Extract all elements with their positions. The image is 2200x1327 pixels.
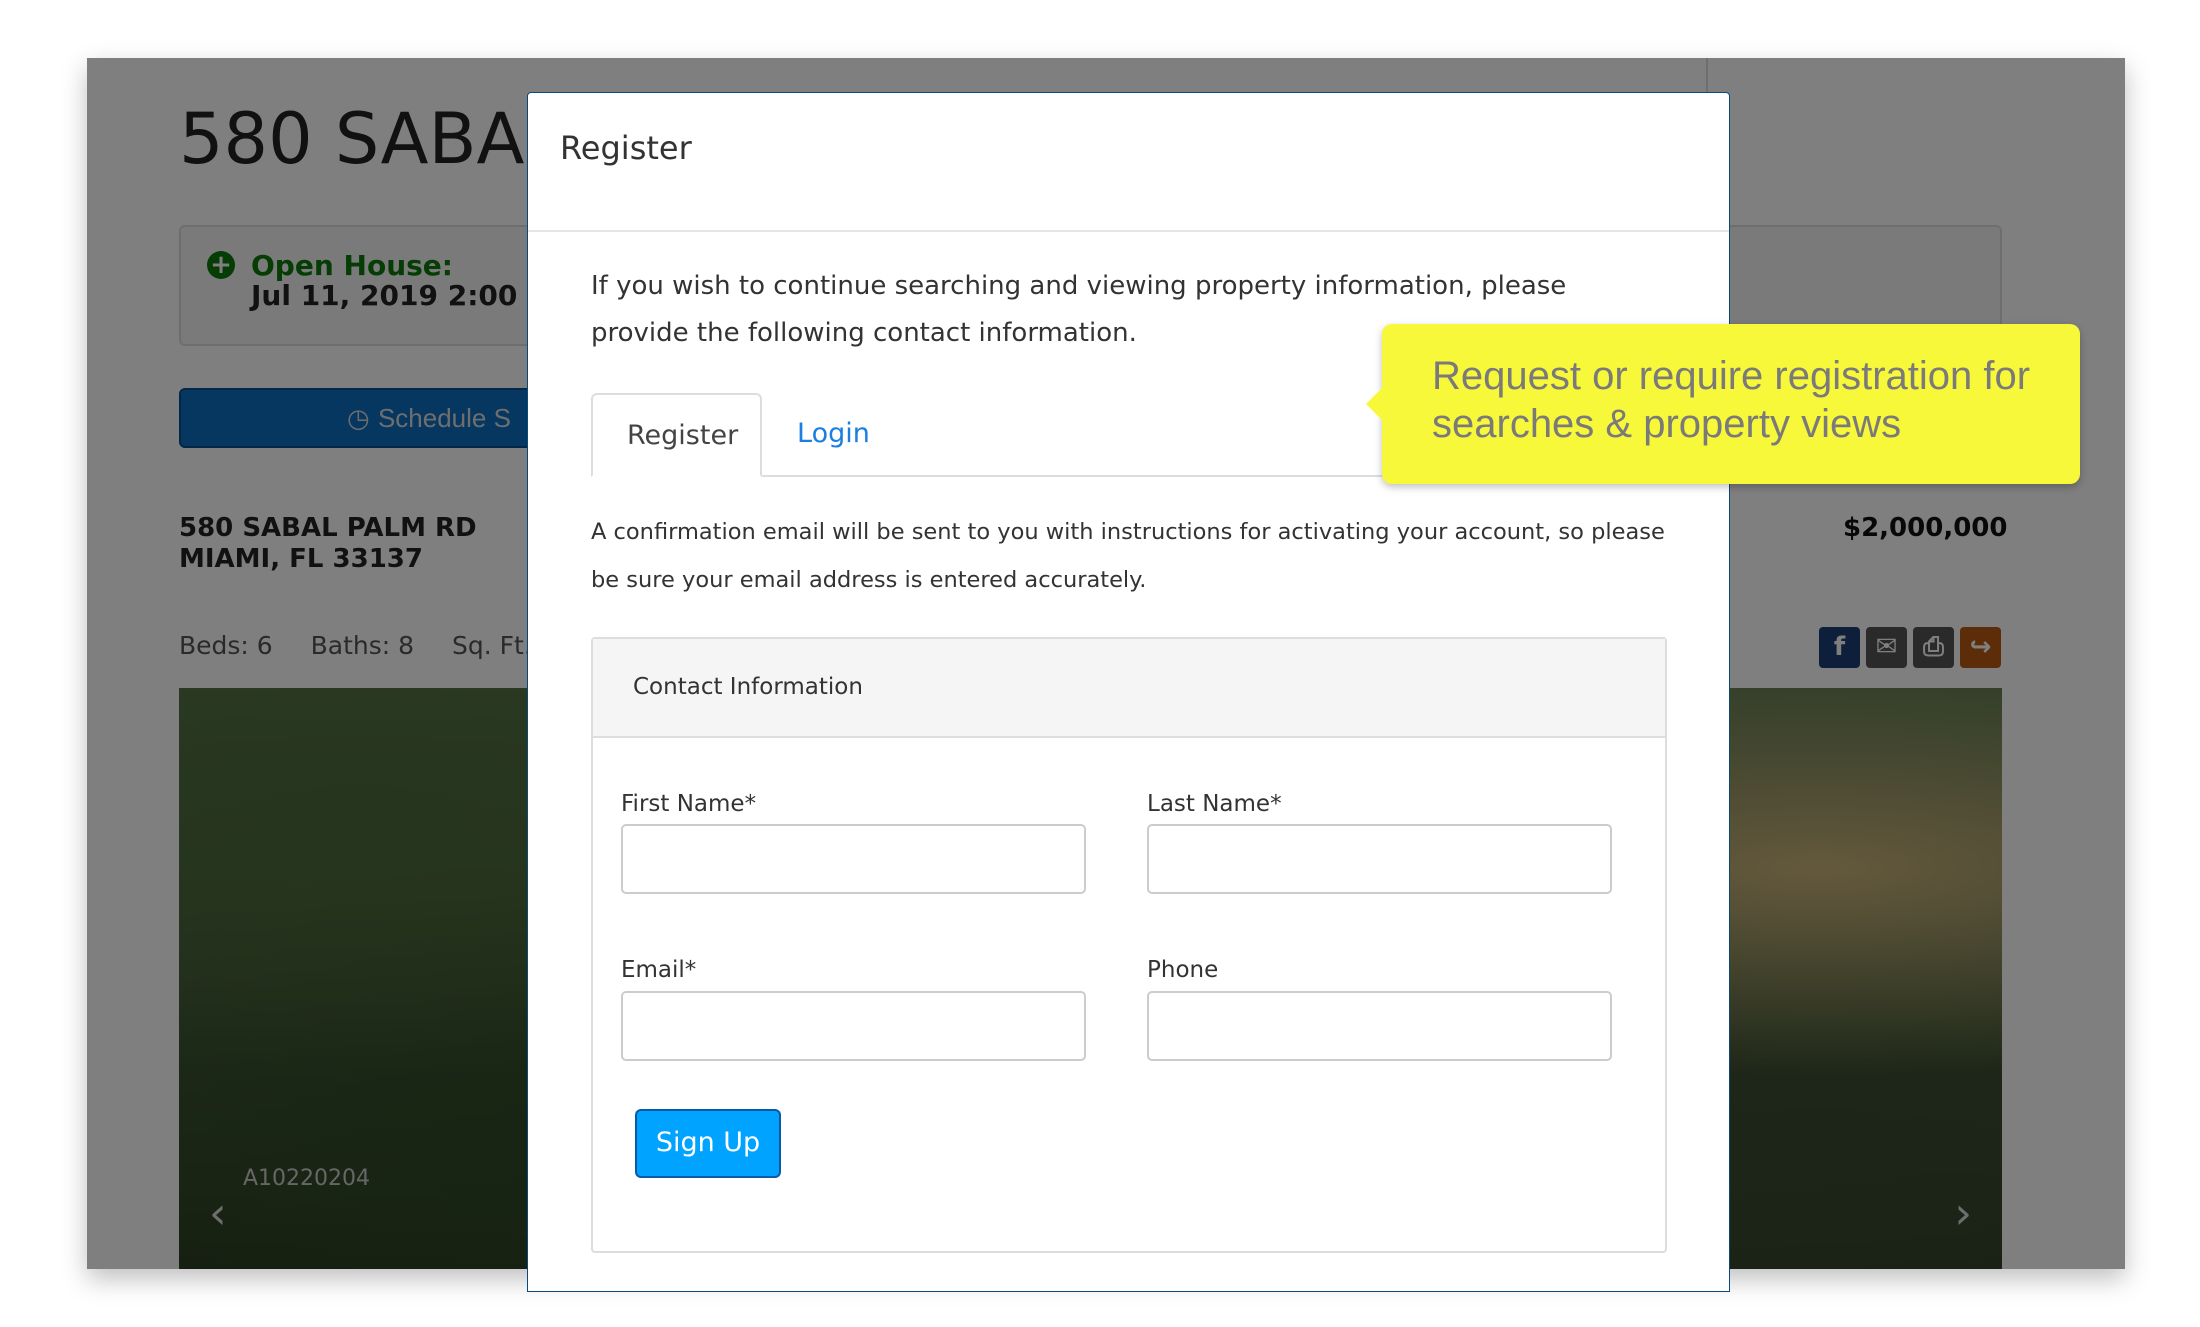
panel-title: Contact Information [593, 639, 1665, 738]
tab-login[interactable]: Login [763, 393, 904, 475]
modal-divider [528, 230, 1729, 232]
sign-up-button[interactable]: Sign Up [635, 1109, 781, 1178]
email-input[interactable] [621, 991, 1086, 1061]
last-name-label: Last Name* [1147, 791, 1282, 817]
callout-text: Request or require registration for sear… [1432, 354, 2031, 446]
phone-input[interactable] [1147, 991, 1612, 1061]
register-modal: Register If you wish to continue searchi… [527, 92, 1730, 1292]
first-name-label: First Name* [621, 791, 757, 817]
first-name-input[interactable] [621, 824, 1086, 894]
phone-label: Phone [1147, 957, 1219, 983]
last-name-input[interactable] [1147, 824, 1612, 894]
confirmation-note: A confirmation email will be sent to you… [591, 519, 1665, 593]
email-label: Email* [621, 957, 697, 983]
contact-info-panel: Contact Information First Name* Last Nam… [591, 637, 1667, 1253]
tab-register[interactable]: Register [591, 393, 762, 477]
modal-title: Register [560, 129, 692, 167]
annotation-callout: Request or require registration for sear… [1366, 324, 2080, 484]
